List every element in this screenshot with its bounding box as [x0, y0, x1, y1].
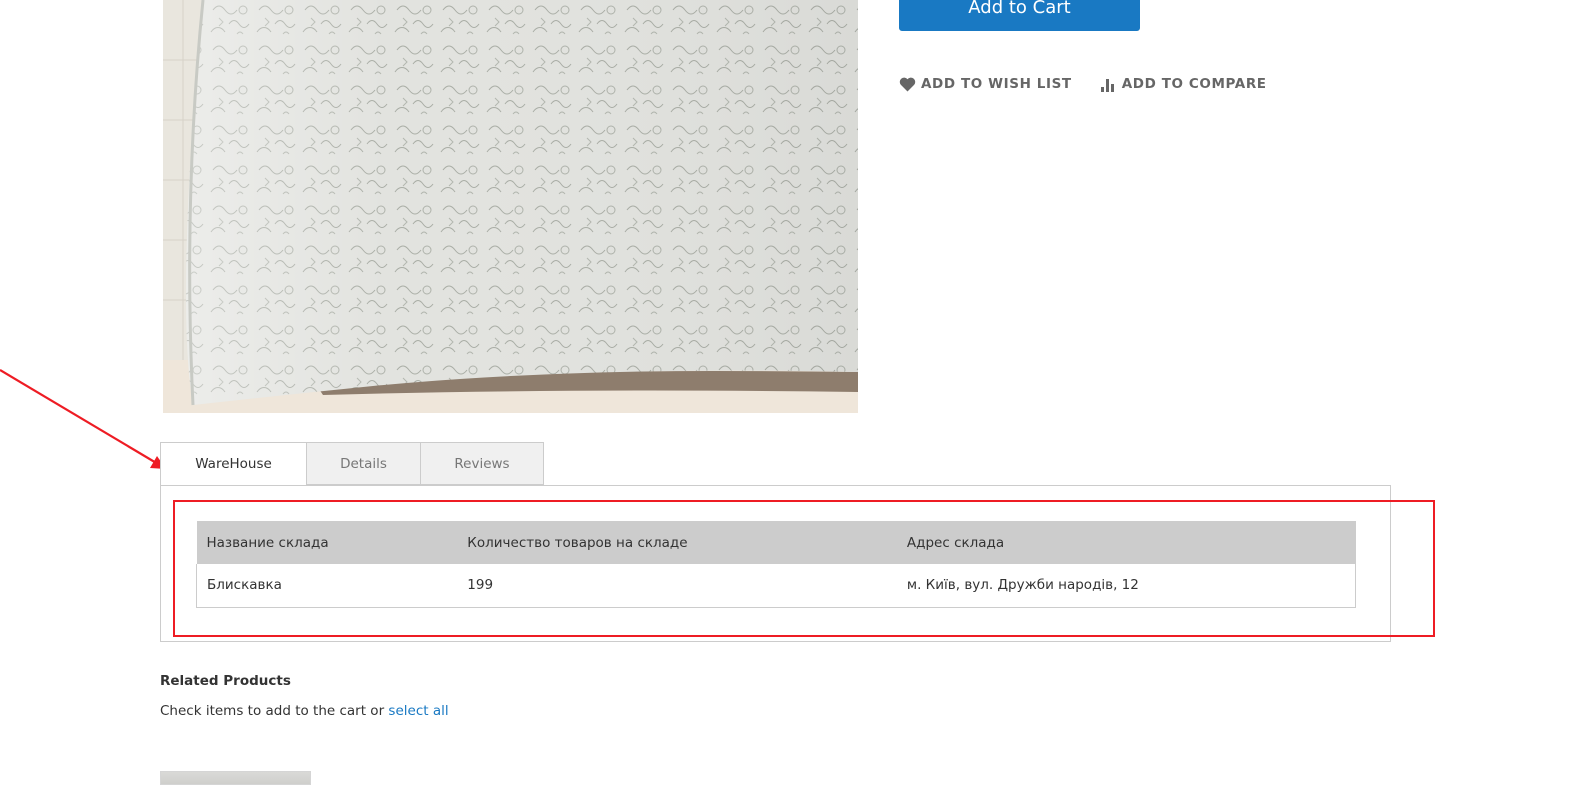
compare-label: ADD TO COMPARE — [1121, 76, 1267, 92]
product-image[interactable] — [163, 0, 858, 413]
product-info-tabs: WareHouse Details Reviews — [160, 442, 544, 486]
stock-quantity-cell: 199 — [457, 564, 897, 608]
related-products-hint: Check items to add to the cart or select… — [160, 703, 449, 719]
warehouse-name-cell: Блискавка — [196, 564, 458, 608]
product-photo — [163, 0, 858, 413]
related-product-thumbnail[interactable] — [160, 771, 311, 785]
add-to-wishlist-link[interactable]: ADD TO WISH LIST — [899, 76, 1072, 92]
table-header-row: Название склада Количество товаров на ск… — [196, 521, 1356, 564]
annotation-arrow-icon — [0, 369, 166, 469]
tab-reviews[interactable]: Reviews — [420, 442, 544, 485]
add-to-compare-link[interactable]: ADD TO COMPARE — [1100, 76, 1267, 92]
warehouse-address-cell: м. Київ, вул. Дружби народів, 12 — [896, 564, 1356, 608]
bar-chart-icon — [1100, 77, 1117, 92]
column-header-stock-quantity: Количество товаров на складе — [457, 521, 897, 564]
heart-icon — [899, 77, 916, 92]
add-to-cart-button[interactable]: Add to Cart — [899, 0, 1140, 31]
tab-warehouse[interactable]: WareHouse — [160, 442, 307, 486]
column-header-warehouse-name: Название склада — [196, 521, 458, 564]
related-products-title: Related Products — [160, 673, 291, 689]
product-actions: ADD TO WISH LIST ADD TO COMPARE — [899, 76, 1267, 92]
column-header-warehouse-address: Адрес склада — [896, 521, 1356, 564]
wishlist-label: ADD TO WISH LIST — [921, 76, 1072, 92]
table-row: Блискавка 199 м. Київ, вул. Дружби народ… — [196, 564, 1356, 608]
tab-details[interactable]: Details — [306, 442, 421, 485]
related-hint-text: Check items to add to the cart or — [160, 703, 385, 719]
select-all-link[interactable]: select all — [388, 703, 448, 719]
warehouse-table: Название склада Количество товаров на ск… — [196, 521, 1356, 608]
